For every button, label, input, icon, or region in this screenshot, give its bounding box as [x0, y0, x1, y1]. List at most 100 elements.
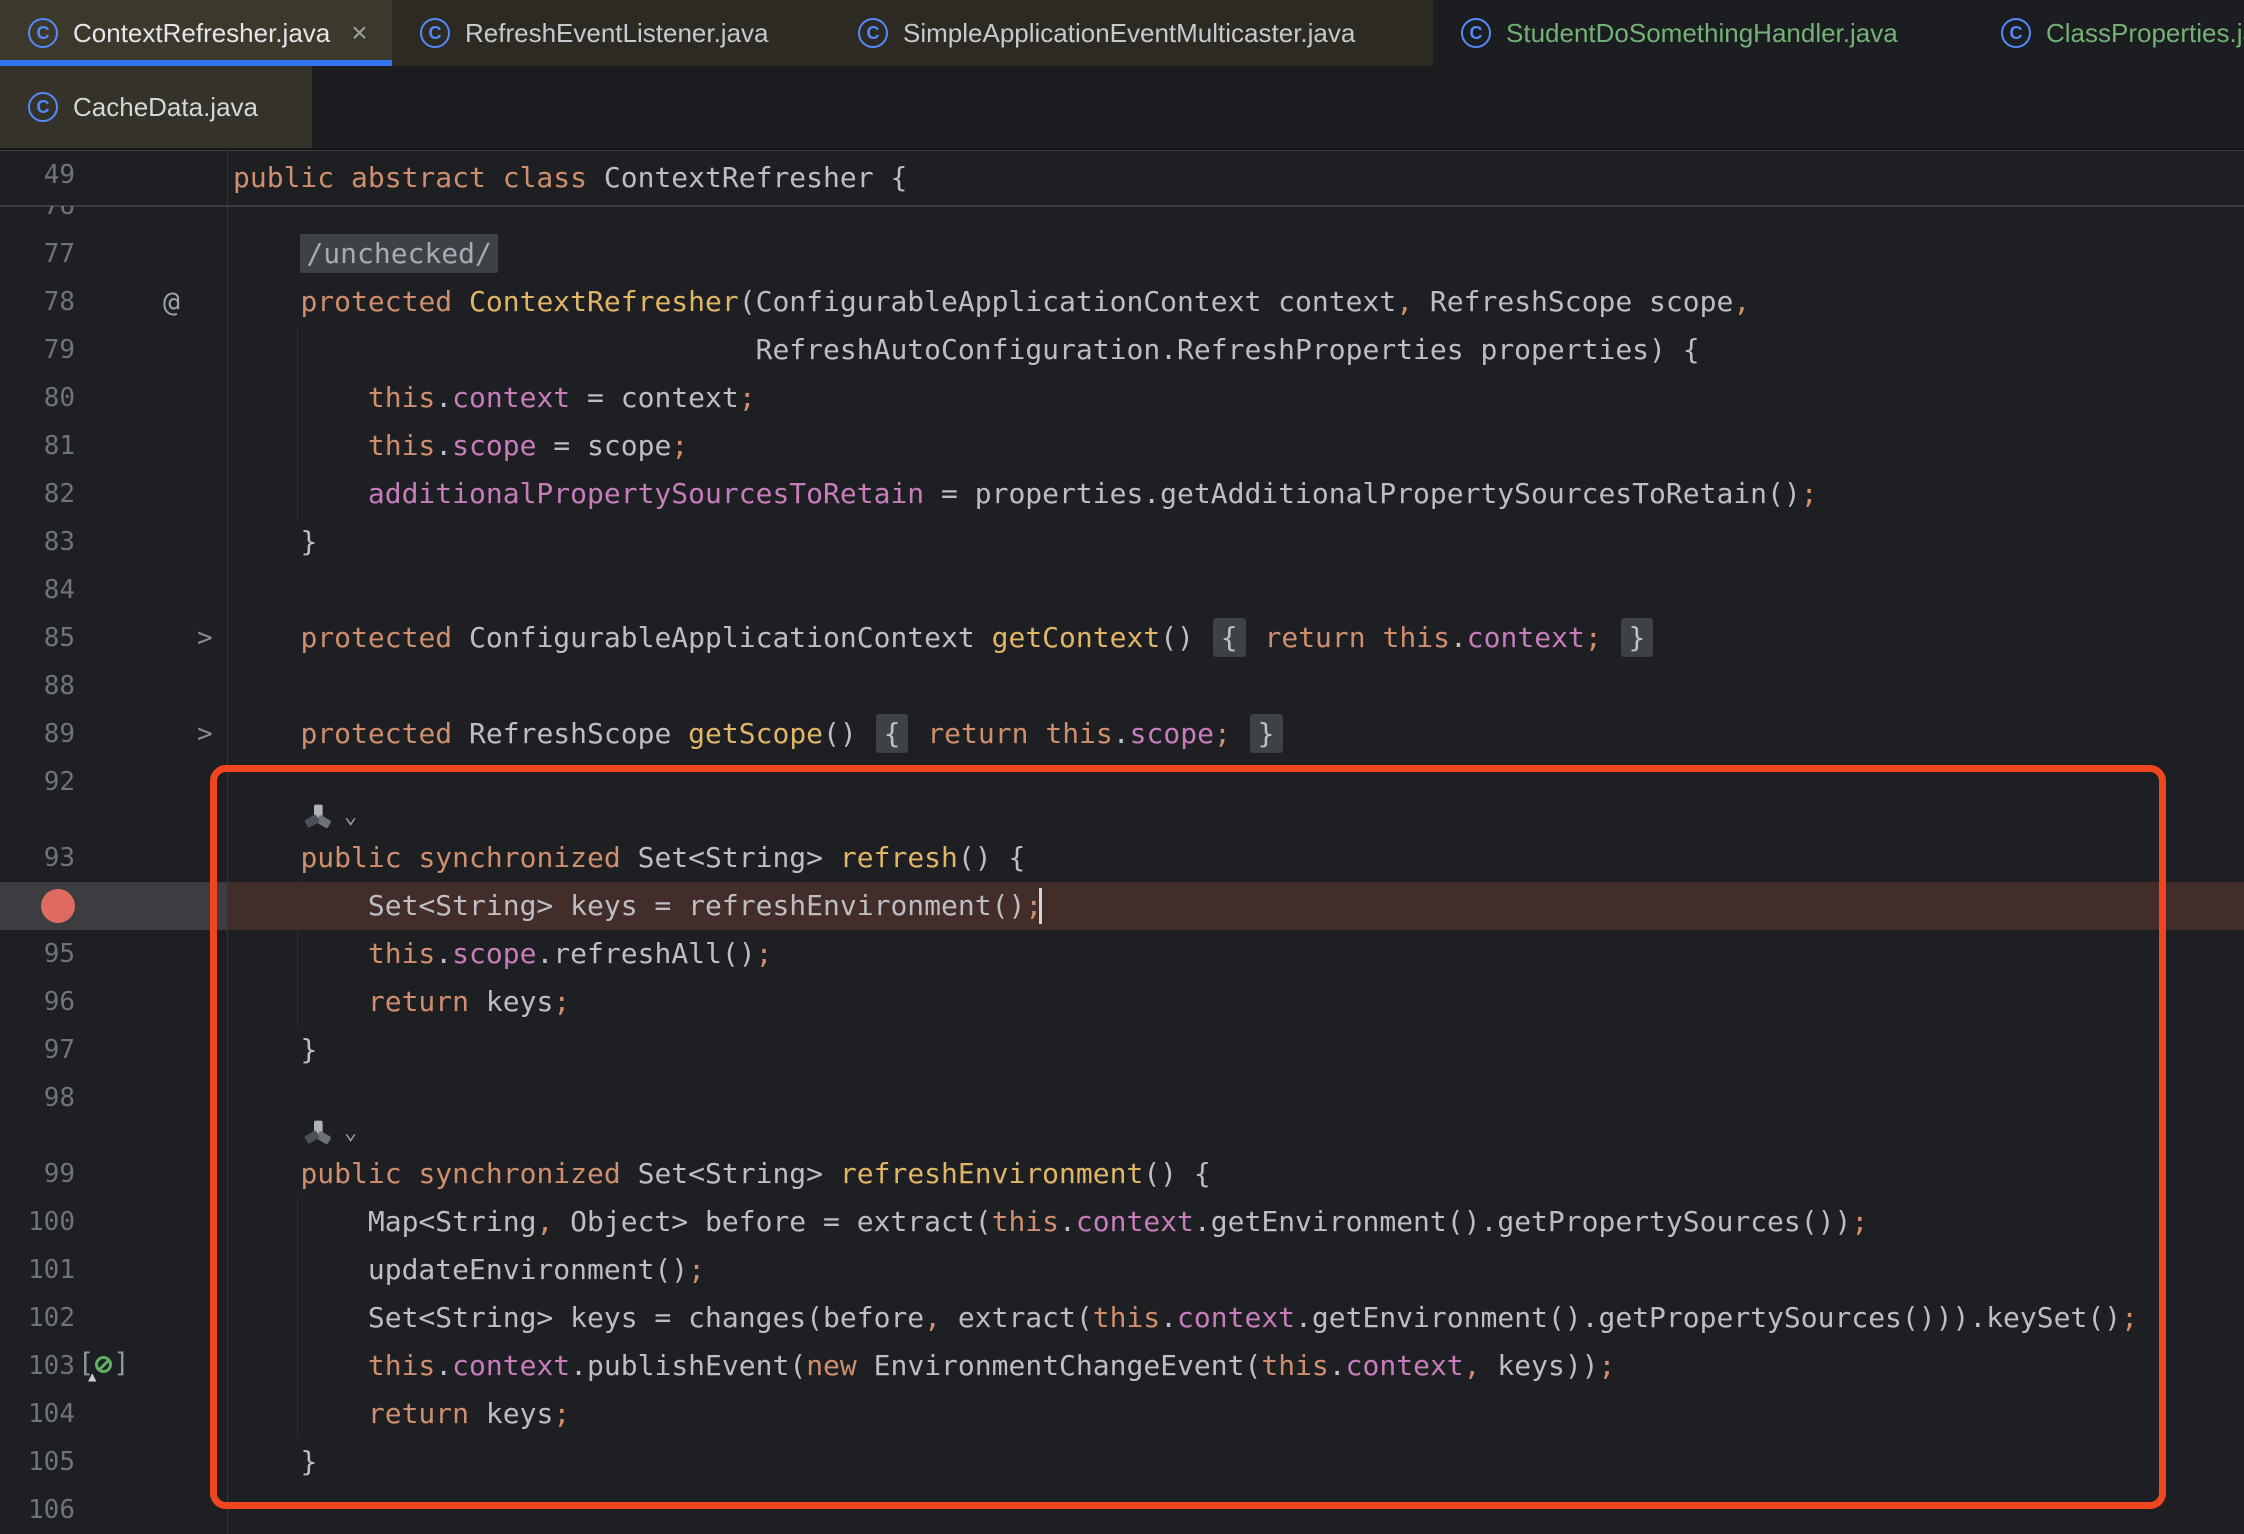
code-line[interactable]: } [227, 1438, 2244, 1486]
chevron-down-icon[interactable]: ⌄ [344, 806, 357, 828]
code-token: } [300, 525, 317, 558]
code-token [233, 889, 368, 922]
fold-arrow-icon[interactable]: > [197, 614, 213, 662]
code-token: ; [553, 1397, 570, 1430]
code-line[interactable]: Map<String, Object> before = extract(thi… [227, 1198, 2244, 1246]
editor-tab[interactable]: CRefreshEventListener.java [392, 0, 830, 66]
code-token: public synchronized [300, 1157, 637, 1190]
code-line[interactable]: public synchronized Set<String> refreshE… [227, 1150, 2244, 1198]
line-number: 97 [44, 1026, 75, 1074]
gutter-cell[interactable]: 104 [0, 1390, 227, 1438]
code-line[interactable]: return keys; [227, 978, 2244, 1026]
code-token: RefreshScope [469, 717, 688, 750]
fold-arrow-icon[interactable]: > [197, 710, 213, 758]
sticky-gutter: 49 [0, 151, 227, 205]
editor-tab[interactable]: CStudentDoSomethingHandler.java [1433, 0, 1973, 66]
code-line[interactable]: protected ConfigurableApplicationContext… [227, 614, 2244, 662]
gutter-cell[interactable]: 101 [0, 1246, 227, 1294]
gutter-cell[interactable]: 81 [0, 422, 227, 470]
gutter-cell[interactable]: 100 [0, 1198, 227, 1246]
code-line[interactable] [227, 662, 2244, 710]
gutter-cell[interactable]: 79 [0, 326, 227, 374]
code-line-row: 80 this.context = context; [0, 374, 2244, 422]
code-line-row: 106 [0, 1486, 2244, 1534]
gutter-cell[interactable]: 88 [0, 662, 227, 710]
code-line[interactable]: protected ContextRefresher(ConfigurableA… [227, 278, 2244, 326]
ai-assistant-icon[interactable] [302, 1118, 334, 1154]
gutter-cell[interactable]: 106 [0, 1486, 227, 1534]
editor-tab-bar-row-2: CCacheData.java [0, 66, 2244, 150]
code-line[interactable]: this.context.publishEvent(new Environmen… [227, 1342, 2244, 1390]
code-token [233, 985, 368, 1018]
code-line[interactable]: this.context = context; [227, 374, 2244, 422]
code-line[interactable]: public synchronized Set<String> refresh(… [227, 834, 2244, 882]
code-line[interactable]: Set<String> keys = changes(before, extra… [227, 1294, 2244, 1342]
method-actions-row: ⌄ [0, 806, 2244, 834]
code-line-row: 78@ protected ContextRefresher(Configura… [0, 278, 2244, 326]
code-line[interactable] [227, 758, 2244, 806]
gutter-cell[interactable]: 76 [0, 206, 227, 230]
code-token: keys [486, 1397, 553, 1430]
code-line[interactable] [227, 566, 2244, 614]
code-token: this [1261, 1349, 1328, 1382]
code-token: context [452, 381, 570, 414]
gutter-cell[interactable]: 93 [0, 834, 227, 882]
gutter-cell[interactable]: 78@ [0, 278, 227, 326]
gutter-cell[interactable]: 82 [0, 470, 227, 518]
gutter-cell[interactable] [0, 882, 227, 930]
code-line[interactable] [227, 1486, 2244, 1534]
line-number: 104 [28, 1390, 75, 1438]
editor-tab[interactable]: CCacheData.java [0, 66, 312, 148]
ai-assistant-icon[interactable] [302, 802, 334, 838]
code-token: (ConfigurableApplicationContext context [739, 285, 1396, 318]
gutter-cell[interactable]: 84 [0, 566, 227, 614]
code-token [233, 1205, 368, 1238]
code-line-row: 79 RefreshAutoConfiguration.RefreshPrope… [0, 326, 2244, 374]
code-line[interactable]: /unchecked/ [227, 230, 2244, 278]
chevron-down-icon[interactable]: ⌄ [344, 1122, 357, 1144]
gutter-cell[interactable]: 95 [0, 930, 227, 978]
breakpoint-icon[interactable] [41, 889, 75, 923]
gutter-cell[interactable]: 103[]▲ [0, 1342, 227, 1390]
tab-close-icon[interactable]: × [351, 19, 367, 47]
gutter-cell[interactable]: 105 [0, 1438, 227, 1486]
code-token [1248, 621, 1265, 654]
gutter-cell[interactable]: 97 [0, 1026, 227, 1074]
line-number: 80 [44, 374, 75, 422]
code-line[interactable]: updateEnvironment(); [227, 1246, 2244, 1294]
gutter-cell[interactable]: 80 [0, 374, 227, 422]
code-line[interactable]: } [227, 518, 2244, 566]
class-icon: C [28, 18, 58, 48]
gutter-cell[interactable]: 99 [0, 1150, 227, 1198]
sticky-code-line[interactable]: public abstract class ContextRefresher { [227, 151, 2244, 205]
editor-tab[interactable]: CContextRefresher.java× [0, 0, 392, 66]
editor-tab[interactable]: CClassProperties.ja [1973, 0, 2244, 66]
gutter-cell[interactable]: 98 [0, 1074, 227, 1122]
gutter-cell[interactable]: 102 [0, 1294, 227, 1342]
code-line[interactable] [227, 1074, 2244, 1122]
gutter-mark-icon[interactable]: [] [78, 1342, 130, 1386]
gutter-cell[interactable]: 96 [0, 978, 227, 1026]
code-token: return [368, 1397, 486, 1430]
gutter-cell[interactable]: 89> [0, 710, 227, 758]
gutter-cell[interactable]: 92 [0, 758, 227, 806]
code-token [233, 717, 300, 750]
code-line[interactable]: Set<String> keys = refreshEnvironment(); [227, 882, 2244, 930]
code-line[interactable]: RefreshAutoConfiguration.RefreshProperti… [227, 326, 2244, 374]
code-line[interactable]: } [227, 1026, 2244, 1074]
code-line-row: 99 public synchronized Set<String> refre… [0, 1150, 2244, 1198]
code-line[interactable]: this.scope = scope; [227, 422, 2244, 470]
code-token: this [1093, 1301, 1160, 1334]
code-line[interactable]: return keys; [227, 1390, 2244, 1438]
code-token: getContext [992, 621, 1161, 654]
code-line[interactable]: protected RefreshScope getScope() { retu… [227, 710, 2244, 758]
gutter-cell[interactable]: 77 [0, 230, 227, 278]
gutter-cell[interactable]: 85> [0, 614, 227, 662]
code-line[interactable]: this.scope.refreshAll(); [227, 930, 2244, 978]
code-token: ; [1214, 717, 1231, 750]
code-line[interactable]: additionalPropertySourcesToRetain = prop… [227, 470, 2244, 518]
code-editor[interactable]: 7677 /unchecked/78@ protected ContextRef… [0, 206, 2244, 1534]
editor-tab[interactable]: CSimpleApplicationEventMulticaster.java [830, 0, 1433, 66]
code-line[interactable] [227, 206, 2244, 230]
gutter-cell[interactable]: 83 [0, 518, 227, 566]
